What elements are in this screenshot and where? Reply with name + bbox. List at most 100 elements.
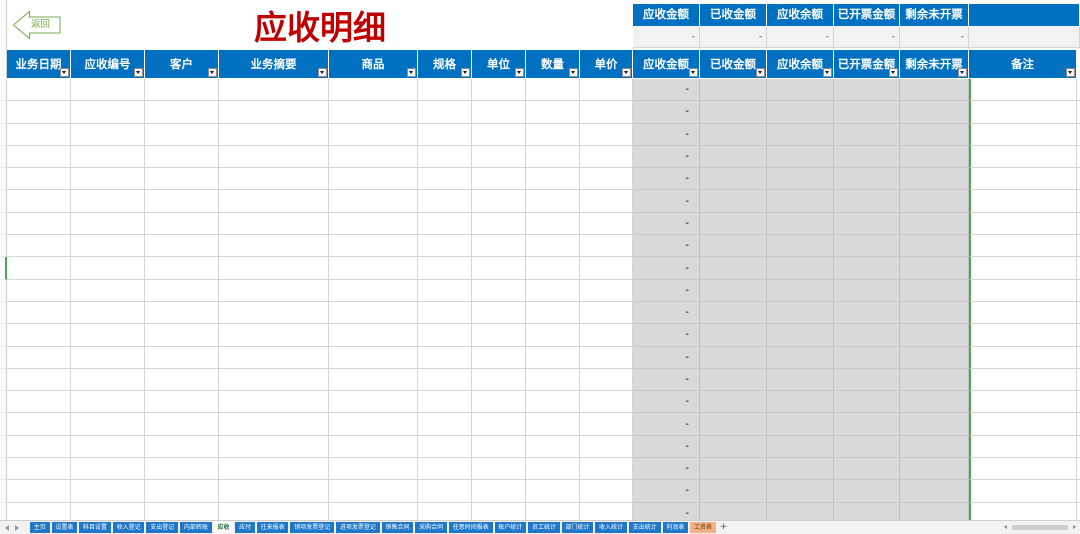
cell-received-amount[interactable] bbox=[700, 168, 767, 191]
cell-spec[interactable] bbox=[418, 79, 472, 102]
cell-customer[interactable] bbox=[145, 502, 219, 520]
cell-business-date[interactable] bbox=[7, 145, 71, 169]
cell-receivable-amount[interactable]: - bbox=[633, 368, 700, 392]
cell-remaining-uninvoiced[interactable] bbox=[900, 279, 969, 302]
cell-receivable-amount[interactable]: - bbox=[633, 413, 700, 436]
cell-remaining-uninvoiced[interactable] bbox=[900, 435, 969, 459]
cell-receivable-amount[interactable]: - bbox=[633, 301, 700, 325]
cell-product[interactable] bbox=[329, 123, 418, 146]
cell-unit-price[interactable] bbox=[580, 480, 633, 503]
cell-invoiced-amount[interactable] bbox=[834, 324, 900, 347]
cell-remarks[interactable] bbox=[969, 324, 1077, 347]
cell-product[interactable] bbox=[329, 391, 418, 414]
cell-receivable-balance[interactable] bbox=[767, 368, 834, 392]
row-header[interactable] bbox=[0, 212, 7, 236]
cell-business-summary[interactable] bbox=[219, 212, 329, 236]
cell-receivable-balance[interactable] bbox=[767, 145, 834, 169]
cell-product[interactable] bbox=[329, 458, 418, 481]
cell-receivable-balance[interactable] bbox=[767, 301, 834, 325]
cell-remarks[interactable] bbox=[969, 145, 1077, 169]
cell-unit[interactable] bbox=[472, 391, 526, 414]
sheet-tab-payroll[interactable]: 工资表 bbox=[690, 522, 716, 533]
cell-receivable-amount[interactable]: - bbox=[633, 212, 700, 236]
summary-value-receivable-amount[interactable]: - bbox=[633, 26, 700, 48]
filter-dropdown-button[interactable] bbox=[689, 68, 698, 77]
cell-product[interactable] bbox=[329, 368, 418, 392]
cell-receivable-balance[interactable] bbox=[767, 235, 834, 258]
filter-dropdown-button[interactable] bbox=[622, 68, 631, 77]
cell-receivable-no[interactable] bbox=[71, 480, 145, 503]
cell-remaining-uninvoiced[interactable] bbox=[900, 346, 969, 369]
column-header-receivable-balance[interactable]: 应收余额 bbox=[767, 50, 834, 78]
sheet-tab-home[interactable]: 主页 bbox=[30, 522, 50, 533]
scrollbar-thumb[interactable] bbox=[1012, 525, 1068, 530]
summary-header-receivable-balance[interactable]: 应收余额 bbox=[767, 4, 834, 26]
row-header[interactable] bbox=[0, 435, 7, 459]
column-header-product[interactable]: 商品 bbox=[329, 50, 418, 78]
row-header[interactable] bbox=[0, 413, 7, 436]
cell-remarks[interactable] bbox=[969, 391, 1077, 414]
cell-receivable-no[interactable] bbox=[71, 190, 145, 213]
cell-remaining-uninvoiced[interactable] bbox=[900, 101, 969, 124]
cell-receivable-amount[interactable]: - bbox=[633, 324, 700, 347]
cell-receivable-balance[interactable] bbox=[767, 435, 834, 459]
cell-received-amount[interactable] bbox=[700, 458, 767, 481]
cell-remarks[interactable] bbox=[969, 458, 1077, 481]
cell-customer[interactable] bbox=[145, 301, 219, 325]
cell-business-date[interactable] bbox=[7, 480, 71, 503]
cell-unit[interactable] bbox=[472, 435, 526, 459]
cell-quantity[interactable] bbox=[526, 301, 580, 325]
cell-unit[interactable] bbox=[472, 458, 526, 481]
cell-spec[interactable] bbox=[418, 413, 472, 436]
cell-business-date[interactable] bbox=[7, 79, 71, 102]
cell-unit[interactable] bbox=[472, 101, 526, 124]
cell-business-date[interactable] bbox=[7, 502, 71, 520]
cell-customer[interactable] bbox=[145, 79, 219, 102]
cell-business-date[interactable] bbox=[7, 257, 71, 280]
cell-business-date[interactable] bbox=[7, 391, 71, 414]
row-header[interactable] bbox=[0, 123, 7, 146]
summary-value-invoiced-amount[interactable]: - bbox=[834, 26, 900, 48]
cell-business-summary[interactable] bbox=[219, 279, 329, 302]
sheet-tab-internal-transfer[interactable]: 内部转账 bbox=[180, 522, 212, 533]
cell-remaining-uninvoiced[interactable] bbox=[900, 257, 969, 280]
cell-unit-price[interactable] bbox=[580, 502, 633, 520]
cell-quantity[interactable] bbox=[526, 212, 580, 236]
summary-header-remaining-uninvoiced[interactable]: 剩余未开票 bbox=[900, 4, 969, 26]
cell-invoiced-amount[interactable] bbox=[834, 212, 900, 236]
cell-spec[interactable] bbox=[418, 257, 472, 280]
cell-business-summary[interactable] bbox=[219, 368, 329, 392]
cell-quantity[interactable] bbox=[526, 435, 580, 459]
cell-remaining-uninvoiced[interactable] bbox=[900, 79, 969, 102]
cell-business-date[interactable] bbox=[7, 235, 71, 258]
row-header[interactable] bbox=[0, 480, 7, 503]
cell-remarks[interactable] bbox=[969, 212, 1077, 236]
cell-receivable-no[interactable] bbox=[71, 279, 145, 302]
cell-remarks[interactable] bbox=[969, 480, 1077, 503]
sheet-tab-income-register[interactable]: 收入登记 bbox=[112, 522, 145, 533]
filter-dropdown-button[interactable] bbox=[60, 68, 69, 77]
column-header-remarks[interactable]: 备注 bbox=[969, 50, 1077, 78]
cell-invoiced-amount[interactable] bbox=[834, 391, 900, 414]
cell-quantity[interactable] bbox=[526, 190, 580, 213]
cell-business-summary[interactable] bbox=[219, 502, 329, 520]
cell-invoiced-amount[interactable] bbox=[834, 190, 900, 213]
sheet-tab-ar-ap-report[interactable]: 往来报表 bbox=[256, 522, 289, 533]
cell-remaining-uninvoiced[interactable] bbox=[900, 458, 969, 481]
cell-receivable-no[interactable] bbox=[71, 145, 145, 169]
cell-spec[interactable] bbox=[418, 502, 472, 520]
cell-business-summary[interactable] bbox=[219, 79, 329, 102]
cell-quantity[interactable] bbox=[526, 391, 580, 414]
cell-received-amount[interactable] bbox=[700, 480, 767, 503]
cell-product[interactable] bbox=[329, 435, 418, 459]
filter-dropdown-button[interactable] bbox=[318, 68, 327, 77]
cell-received-amount[interactable] bbox=[700, 145, 767, 169]
column-header-received-amount[interactable]: 已收金额 bbox=[700, 50, 767, 78]
cell-received-amount[interactable] bbox=[700, 301, 767, 325]
cell-remarks[interactable] bbox=[969, 435, 1077, 459]
cell-remaining-uninvoiced[interactable] bbox=[900, 502, 969, 520]
cell-product[interactable] bbox=[329, 279, 418, 302]
row-header[interactable] bbox=[0, 145, 7, 169]
cell-receivable-no[interactable] bbox=[71, 346, 145, 369]
cell-spec[interactable] bbox=[418, 145, 472, 169]
